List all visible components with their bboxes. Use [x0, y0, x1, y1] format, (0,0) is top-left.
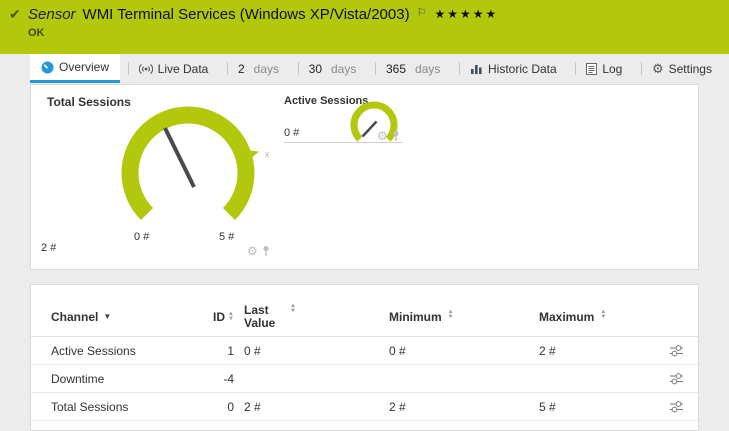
- channel-name[interactable]: Total Sessions: [51, 400, 186, 414]
- channel-last-value: 0 #: [236, 344, 381, 358]
- sort-icon[interactable]: ▲▼: [290, 304, 296, 314]
- gauge-icon-group: ⚙: [247, 245, 270, 257]
- active-sessions-gauge: [346, 97, 402, 153]
- tab-label: 2: [238, 62, 245, 76]
- gauge-gear-icon[interactable]: ⚙: [247, 245, 258, 257]
- gauge-needle: [363, 122, 377, 137]
- tab-label: 365: [386, 62, 406, 76]
- tab-settings[interactable]: ⚙ Settings: [641, 54, 723, 83]
- channel-id: 1: [227, 344, 236, 358]
- column-header-channel[interactable]: Channel ▼: [51, 310, 186, 324]
- tab-unit-label: days: [331, 62, 356, 76]
- gauge-scale-min-label: 0 #: [134, 231, 149, 243]
- object-kind-label: Sensor: [28, 6, 76, 23]
- column-label: Last Value: [244, 304, 284, 330]
- column-header-maximum[interactable]: Maximum ▲▼: [531, 310, 661, 324]
- table-row: Downtime -4: [31, 365, 698, 393]
- tab-label: 30: [309, 62, 322, 76]
- channel-name[interactable]: Downtime: [51, 372, 186, 386]
- sensor-overview-page: ✔ Sensor WMI Terminal Services (Windows …: [0, 0, 729, 431]
- column-header-id[interactable]: ID ▲▼: [213, 310, 236, 324]
- column-label: Maximum: [539, 310, 594, 324]
- channel-settings-icon[interactable]: [670, 372, 684, 385]
- channel-id: 0: [227, 400, 236, 414]
- total-sessions-current-value: 2 #: [41, 242, 56, 254]
- overview-gauge-icon: [41, 61, 54, 74]
- priority-stars[interactable]: ★★★★★: [434, 7, 498, 21]
- channel-maximum: 5 #: [531, 400, 661, 414]
- tab-bar: Overview Live Data 2 days 30 days 365 da…: [0, 54, 729, 83]
- channel-last-value: 2 #: [236, 400, 381, 414]
- status-check-icon: ✔: [9, 6, 21, 23]
- pin-icon[interactable]: [262, 245, 270, 257]
- gauge-needle: [165, 128, 194, 187]
- tab-label: Settings: [669, 62, 712, 76]
- sensor-title: WMI Terminal Services (Windows XP/Vista/…: [83, 6, 410, 23]
- tab-label: Log: [602, 62, 622, 76]
- tab-unit-label: days: [415, 62, 440, 76]
- channels-table-panel: Channel ▼ ID ▲▼ Last Value ▲▼ Minimum ▲▼…: [30, 284, 699, 431]
- channel-settings-icon[interactable]: [670, 400, 684, 413]
- column-label: Channel: [51, 310, 98, 324]
- channel-settings-icon[interactable]: [670, 344, 684, 357]
- total-sessions-gauge: x: [108, 93, 308, 253]
- tab-label: Overview: [59, 60, 109, 74]
- status-badge: OK: [28, 27, 45, 39]
- tab-365-days[interactable]: 365 days: [375, 54, 451, 83]
- sort-desc-icon[interactable]: ▼: [103, 312, 111, 321]
- column-label: Minimum: [389, 310, 442, 324]
- table-row: Active Sessions 1 0 # 0 # 2 #: [31, 337, 698, 365]
- column-header-minimum[interactable]: Minimum ▲▼: [381, 310, 531, 324]
- table-row: Total Sessions 0 2 # 2 # 5 #: [31, 393, 698, 421]
- tab-2-days[interactable]: 2 days: [227, 54, 290, 83]
- gauges-panel: Total Sessions x 0 # 5 # 2 # ⚙ Active Se…: [30, 84, 699, 270]
- channel-id: -4: [223, 372, 236, 386]
- settings-gear-icon: ⚙: [652, 62, 664, 75]
- column-label: ID: [213, 310, 225, 324]
- tab-30-days[interactable]: 30 days: [298, 54, 368, 83]
- sort-icon[interactable]: ▲▼: [600, 310, 606, 320]
- table-header-row: Channel ▼ ID ▲▼ Last Value ▲▼ Minimum ▲▼…: [31, 297, 698, 337]
- tab-live-data[interactable]: Live Data: [128, 54, 220, 83]
- channel-minimum: 0 #: [381, 344, 531, 358]
- sort-icon[interactable]: ▲▼: [228, 312, 234, 322]
- flag-icon[interactable]: ⚐: [417, 6, 427, 19]
- sensor-header: ✔ Sensor WMI Terminal Services (Windows …: [0, 0, 729, 54]
- sensor-title-line: Sensor WMI Terminal Services (Windows XP…: [28, 6, 498, 23]
- tab-label: Historic Data: [488, 62, 557, 76]
- column-header-last-value[interactable]: Last Value ▲▼: [236, 304, 381, 330]
- historic-data-chart-icon: [470, 63, 483, 75]
- gauge-icon-group: ⚙: [377, 130, 400, 142]
- tab-unit-label: days: [254, 62, 279, 76]
- tab-log[interactable]: Log: [575, 54, 633, 83]
- gauge-scale-max-label: 5 #: [219, 231, 234, 243]
- tab-label: Live Data: [158, 62, 209, 76]
- live-data-icon: [139, 63, 153, 75]
- tab-historic-data[interactable]: Historic Data: [459, 54, 568, 83]
- gauge-axis-marker: x: [265, 149, 270, 159]
- tab-overview[interactable]: Overview: [30, 54, 120, 83]
- log-icon: [586, 63, 597, 75]
- channel-maximum: 2 #: [531, 344, 661, 358]
- channel-name[interactable]: Active Sessions: [51, 344, 186, 358]
- active-sessions-current-value: 0 #: [284, 127, 299, 139]
- gauge-gear-icon[interactable]: ⚙: [377, 130, 388, 142]
- pin-icon[interactable]: [392, 130, 400, 142]
- sort-icon[interactable]: ▲▼: [448, 310, 454, 320]
- channel-minimum: 2 #: [381, 400, 531, 414]
